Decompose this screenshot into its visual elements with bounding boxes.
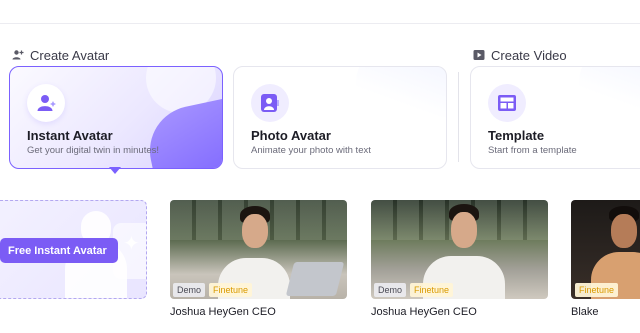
card-subtitle: Animate your photo with text [251, 145, 371, 156]
demo-tag: Demo [374, 283, 407, 297]
top-bar [0, 0, 640, 24]
create-video-heading: Create Video [473, 47, 567, 63]
avatar-figure [611, 214, 637, 248]
card-subtitle: Get your digital twin in minutes! [27, 145, 160, 156]
avatar-figure [451, 212, 477, 248]
avatar-name: Joshua HeyGen CEO [371, 306, 477, 318]
instant-avatar-card[interactable]: Instant Avatar Get your digital twin in … [9, 66, 223, 169]
finetune-tag: Finetune [575, 283, 619, 297]
create-avatar-heading: Create Avatar [12, 47, 109, 63]
card-subtitle: Start from a template [488, 145, 577, 156]
demo-tag: Demo [173, 283, 206, 297]
card-title: Photo Avatar [251, 128, 331, 143]
create-video-label: Create Video [491, 47, 567, 63]
photo-avatar-card[interactable]: Photo Avatar Animate your photo with tex… [233, 66, 447, 169]
portrait-photo-icon [251, 84, 289, 122]
finetune-tag: Finetune [410, 283, 454, 297]
free-instant-avatar-button[interactable]: Free Instant Avatar [0, 238, 118, 263]
person-sparkle-icon [27, 84, 65, 122]
play-square-icon [473, 50, 485, 60]
laptop-prop [285, 262, 345, 296]
create-avatar-label: Create Avatar [30, 47, 110, 63]
section-divider [458, 72, 459, 162]
finetune-tag: Finetune [209, 283, 253, 297]
card-title: Template [488, 128, 545, 143]
template-layout-icon [488, 84, 526, 122]
avatar-name: Blake [571, 306, 599, 318]
card-decoration [141, 97, 222, 168]
avatar-name: Joshua HeyGen CEO [170, 306, 276, 318]
avatar-figure [242, 214, 268, 248]
selected-caret [109, 167, 121, 174]
card-title: Instant Avatar [27, 128, 113, 143]
sparkle-icon: ✦ [123, 233, 140, 255]
person-add-icon [12, 50, 24, 60]
card-decoration [356, 67, 446, 127]
template-card[interactable]: Template Start from a template [470, 66, 640, 169]
card-decoration [579, 67, 640, 127]
